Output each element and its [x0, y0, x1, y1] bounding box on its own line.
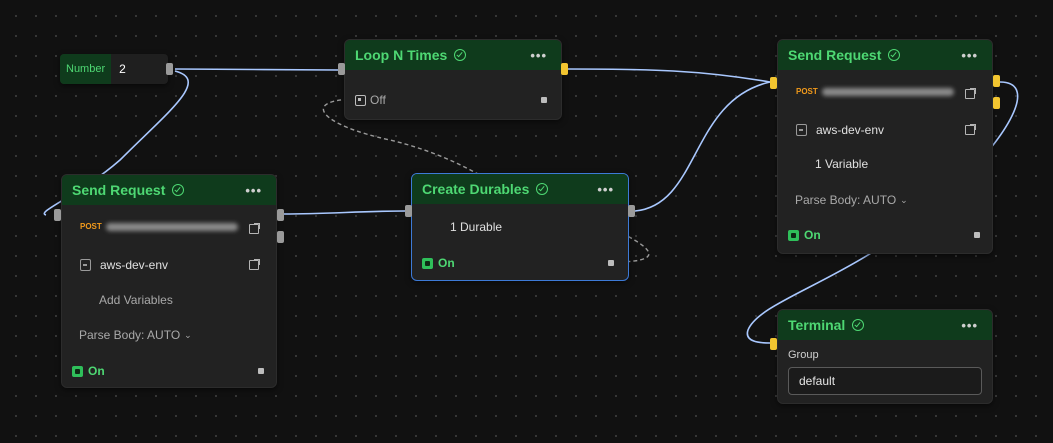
send-request-left-header[interactable]: Send Request •••	[62, 175, 276, 205]
enabled-toggle[interactable]: On	[72, 364, 105, 378]
parse-body-label: Parse Body: AUTO	[79, 328, 181, 342]
create-durables-header[interactable]: Create Durables •••	[412, 174, 628, 204]
variables-summary[interactable]: 1 Variable	[815, 157, 868, 171]
loop-back-icon	[355, 94, 366, 106]
durable-summary[interactable]: 1 Durable	[450, 220, 502, 234]
send-right-output-port-1[interactable]	[993, 75, 1000, 87]
loop-node-header[interactable]: Loop N Times •••	[345, 40, 561, 70]
loop-output-port[interactable]	[561, 63, 568, 75]
status-indicator	[974, 232, 980, 238]
enabled-label: On	[804, 228, 821, 242]
more-icon[interactable]: •••	[961, 318, 978, 333]
send-request-right-header[interactable]: Send Request •••	[778, 40, 992, 70]
terminal-input-port[interactable]	[770, 338, 777, 350]
wire-send-left-to-create	[283, 210, 406, 215]
request-url-row[interactable]: POST	[796, 87, 954, 96]
status-indicator	[258, 368, 264, 374]
parse-body-select[interactable]: Parse Body: AUTO ⌄	[79, 328, 192, 342]
method-badge: POST	[80, 222, 102, 231]
add-variables-button[interactable]: Add Variables	[99, 293, 173, 307]
number-node[interactable]: Number 2	[60, 54, 168, 84]
create-durables-node[interactable]: Create Durables ••• 1 Durable On	[411, 173, 629, 281]
method-badge: POST	[796, 87, 818, 96]
check-icon	[536, 183, 549, 195]
parse-body-label: Parse Body: AUTO	[795, 193, 897, 207]
external-link-icon[interactable]	[249, 223, 260, 234]
enabled-label: On	[88, 364, 105, 378]
check-icon	[852, 319, 865, 331]
environment-name[interactable]: aws-dev-env	[100, 258, 168, 272]
send-request-node-left[interactable]: Send Request ••• POST aws-dev-env Add Va…	[61, 174, 277, 388]
send-left-output-port-1[interactable]	[277, 209, 284, 221]
create-durables-title: Create Durables	[422, 181, 530, 197]
more-icon[interactable]: •••	[530, 48, 547, 63]
send-right-output-port-2[interactable]	[993, 97, 1000, 109]
send-request-left-title: Send Request	[72, 182, 166, 198]
environment-icon	[796, 124, 807, 136]
enabled-label: On	[438, 256, 455, 270]
number-value[interactable]: 2	[111, 54, 134, 84]
redacted-url	[105, 222, 238, 231]
check-icon	[172, 184, 185, 196]
external-link-icon[interactable]	[249, 259, 260, 270]
request-url-row[interactable]: POST	[80, 222, 238, 231]
wire-loop-to-send-right	[565, 68, 771, 83]
more-icon[interactable]: •••	[961, 48, 978, 63]
toggle-icon	[788, 229, 799, 241]
external-link-icon[interactable]	[965, 124, 976, 135]
enabled-toggle[interactable]: On	[422, 256, 455, 270]
check-icon	[888, 49, 901, 61]
environment-icon	[80, 259, 91, 271]
enabled-toggle[interactable]: On	[788, 228, 821, 242]
check-icon	[454, 49, 467, 61]
group-label: Group	[788, 349, 819, 361]
toggle-icon	[72, 365, 83, 377]
wire-create-to-send-right	[634, 81, 771, 212]
terminal-node[interactable]: Terminal ••• Group default	[777, 309, 993, 404]
wire-number-to-loop	[174, 68, 339, 71]
create-output-port[interactable]	[628, 205, 635, 217]
send-right-input-port[interactable]	[770, 77, 777, 89]
send-request-node-right[interactable]: Send Request ••• POST aws-dev-env 1 Vari…	[777, 39, 993, 254]
toggle-icon	[422, 257, 433, 269]
send-left-output-port-2[interactable]	[277, 231, 284, 243]
number-output-port[interactable]	[166, 63, 173, 75]
loop-node[interactable]: Loop N Times ••• Off	[344, 39, 562, 120]
number-label: Number	[60, 54, 112, 84]
external-link-icon[interactable]	[965, 88, 976, 99]
loop-status-indicator	[541, 97, 547, 103]
more-icon[interactable]: •••	[245, 183, 262, 198]
send-request-right-title: Send Request	[788, 47, 882, 63]
loop-input-port[interactable]	[338, 63, 345, 75]
send-left-input-port[interactable]	[54, 209, 61, 221]
chevron-down-icon: ⌄	[900, 194, 908, 205]
loop-toggle[interactable]: Off	[355, 93, 386, 107]
status-indicator	[608, 260, 614, 266]
loop-node-title: Loop N Times	[355, 47, 448, 63]
environment-name[interactable]: aws-dev-env	[816, 123, 884, 137]
group-input[interactable]: default	[788, 367, 982, 395]
parse-body-select[interactable]: Parse Body: AUTO ⌄	[795, 193, 908, 207]
terminal-header[interactable]: Terminal •••	[778, 310, 992, 340]
chevron-down-icon: ⌄	[184, 329, 192, 340]
create-input-port[interactable]	[405, 205, 412, 217]
more-icon[interactable]: •••	[597, 182, 614, 197]
terminal-title: Terminal	[788, 317, 846, 333]
redacted-url	[821, 87, 954, 96]
loop-toggle-label: Off	[370, 93, 386, 107]
